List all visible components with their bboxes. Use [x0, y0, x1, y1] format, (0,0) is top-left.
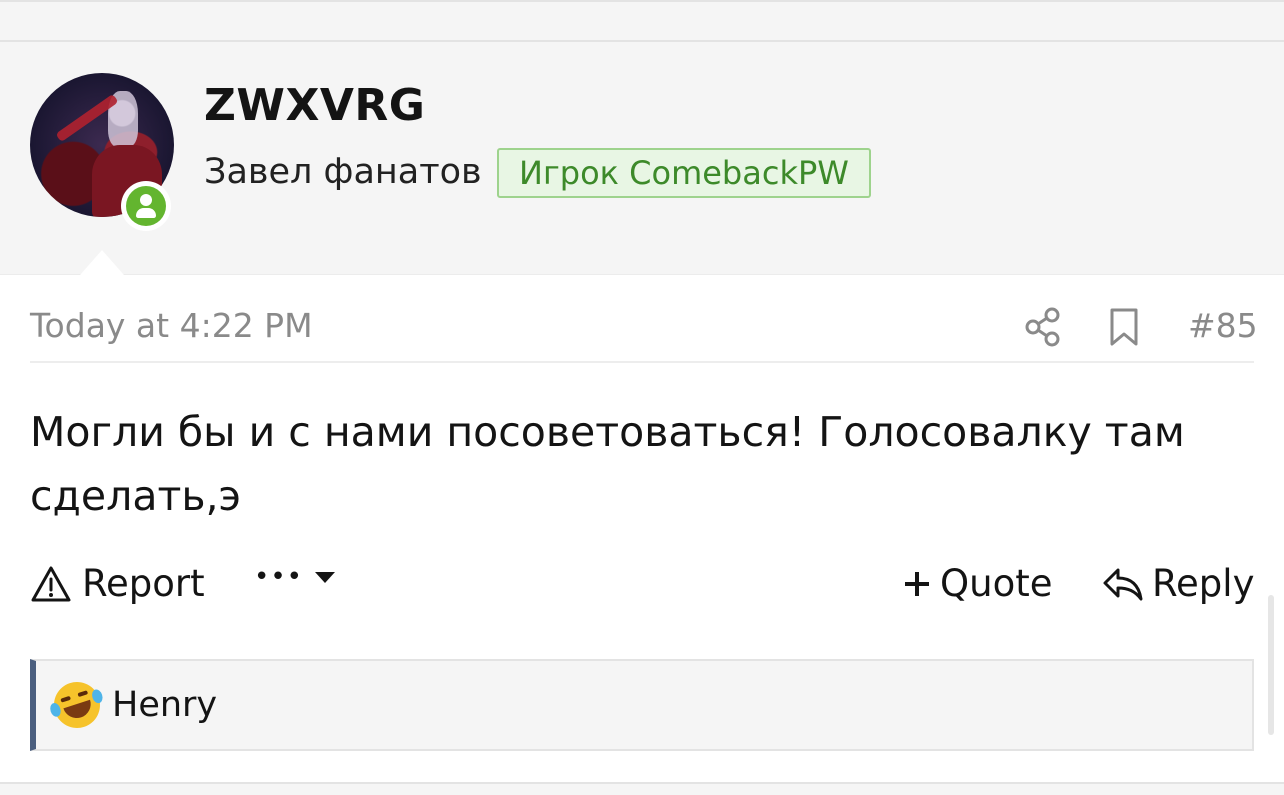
report-button[interactable]: Report [30, 562, 205, 605]
user-block-pointer [80, 250, 124, 275]
share-icon[interactable] [1024, 307, 1062, 347]
warning-icon [31, 566, 71, 601]
more-options-button[interactable]: ••• [254, 562, 337, 592]
user-icon [126, 186, 166, 226]
previous-post-edge [0, 0, 1284, 42]
more-label: ••• [254, 562, 304, 592]
user-title: Завел фанатов [204, 152, 482, 192]
reply-arrow-icon [1103, 568, 1143, 600]
user-banner: Игрок ComebackPW [497, 148, 871, 198]
quote-label: Quote [940, 562, 1053, 605]
meta-divider [30, 361, 1254, 363]
reactions-bar[interactable]: Henry [30, 659, 1254, 751]
bookmark-icon[interactable] [1108, 308, 1140, 346]
caret-down-icon [315, 572, 336, 583]
online-status-badge [121, 181, 171, 231]
scrollbar[interactable] [1268, 595, 1274, 735]
rofl-emoji-icon [48, 676, 106, 734]
reply-label: Reply [1152, 562, 1255, 605]
reply-button[interactable]: Reply [1102, 562, 1254, 605]
plus-icon [905, 571, 929, 596]
reaction-user[interactable]: Henry [112, 685, 217, 725]
quote-button[interactable]: Quote [902, 562, 1052, 605]
report-label: Report [82, 562, 205, 605]
username[interactable]: ZWXVRG [204, 80, 425, 131]
message-post: ZWXVRG Завел фанатов Игрок ComebackPW To… [0, 42, 1284, 784]
next-post-edge [0, 784, 1284, 795]
post-actions: Report ••• Quote Reply [0, 562, 1284, 622]
user-header: ZWXVRG Завел фанатов Игрок ComebackPW [0, 42, 1284, 275]
post-number-link[interactable]: #85 [1188, 306, 1258, 345]
post-timestamp[interactable]: Today at 4:22 PM [30, 306, 313, 345]
post-body: Могли бы и с нами посоветоваться! Голосо… [30, 408, 1185, 520]
